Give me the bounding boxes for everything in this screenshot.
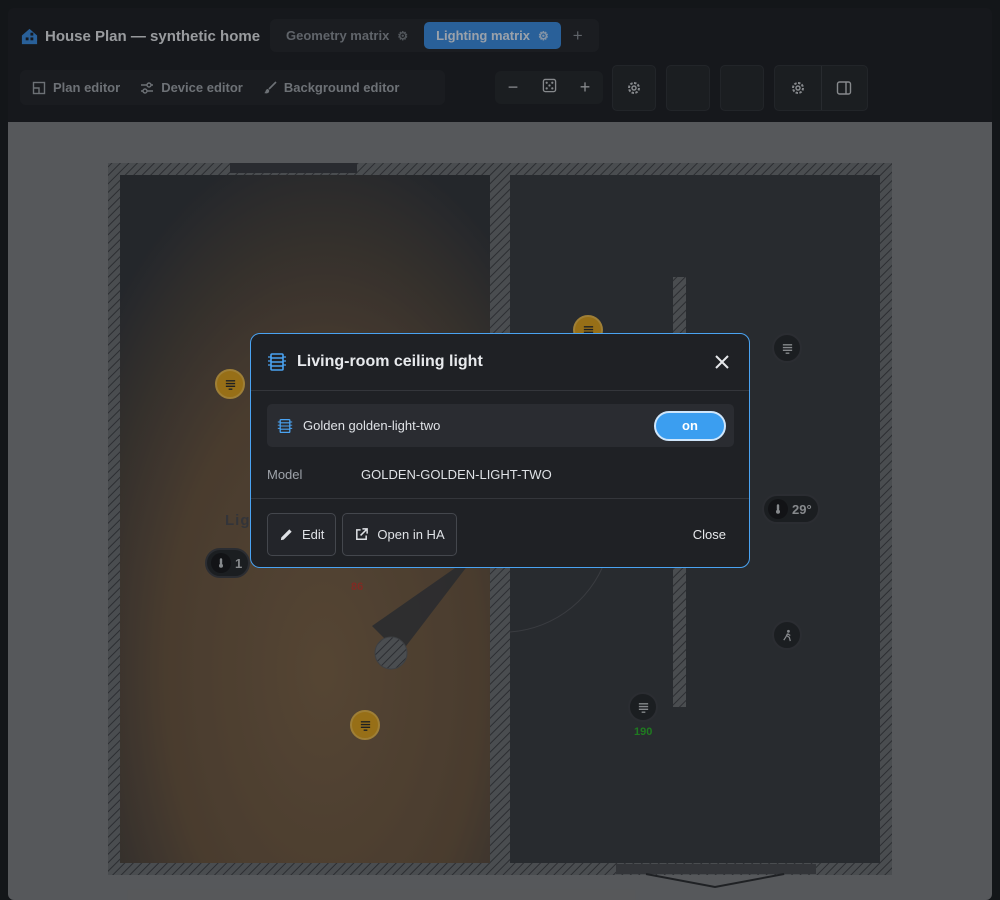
close-icon[interactable] — [711, 351, 733, 373]
light-strip-icon — [277, 418, 293, 433]
entity-name: Golden golden-light-two — [303, 418, 441, 433]
open-in-ha-label: Open in HA — [377, 526, 445, 542]
model-row: Model GOLDEN-GOLDEN-LIGHT-TWO — [267, 467, 552, 482]
edit-label: Edit — [302, 526, 325, 542]
dialog-title: Living-room ceiling light — [297, 353, 483, 370]
pencil-icon — [280, 528, 292, 540]
close-button[interactable]: Close — [693, 527, 735, 542]
model-value: GOLDEN-GOLDEN-LIGHT-TWO — [361, 467, 552, 482]
dialog-footer: Edit Open in HA Close — [251, 498, 749, 567]
device-dialog: Living-room ceiling light Golden golden-… — [250, 333, 750, 568]
external-link-icon — [356, 527, 369, 540]
model-key: Model — [267, 467, 303, 482]
dialog-header: Living-room ceiling light — [251, 334, 749, 391]
entity-row: Golden golden-light-two on — [267, 404, 734, 447]
state-toggle-button[interactable]: on — [654, 410, 726, 441]
light-strip-icon — [268, 353, 286, 371]
open-in-ha-button[interactable]: Open in HA — [342, 512, 457, 556]
edit-button[interactable]: Edit — [267, 512, 337, 556]
